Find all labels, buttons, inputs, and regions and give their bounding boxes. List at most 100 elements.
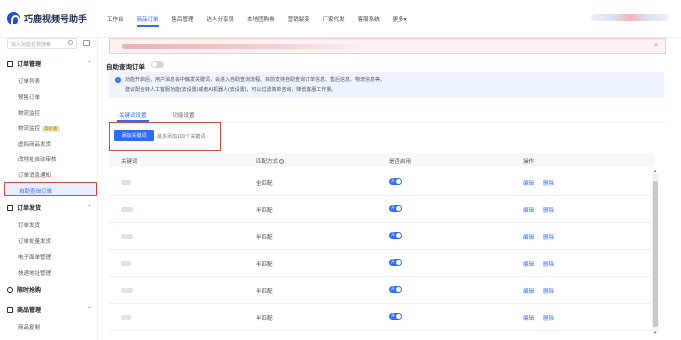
logo-icon bbox=[7, 12, 20, 26]
settings-tabs: 关键词设置 功能设置 bbox=[117, 111, 221, 122]
header-actions: 操作 bbox=[523, 159, 535, 165]
toggle-knob bbox=[396, 287, 401, 292]
toggle-knob bbox=[396, 206, 401, 211]
sidebar-item-self-service-order-query[interactable]: 自助查询订单 bbox=[4, 182, 97, 196]
group-flash-sale[interactable]: 限时抢购 bbox=[7, 285, 41, 294]
sidebar-item-bulk-shipping[interactable]: 订单批量发货 bbox=[18, 237, 51, 245]
enabled-toggle[interactable]: 开 bbox=[389, 232, 402, 239]
keyword-cell bbox=[121, 180, 131, 185]
edit-link[interactable]: 编辑 bbox=[523, 233, 534, 241]
keyword-cell bbox=[121, 261, 131, 266]
match-cell: 全匹配 bbox=[256, 181, 273, 187]
nav-workbench[interactable]: 工作台 bbox=[107, 15, 124, 23]
delete-link[interactable]: 删除 bbox=[543, 287, 554, 295]
sidebar-item-address-auto-review[interactable]: 改地址自动审核 bbox=[18, 155, 57, 163]
nav-dropship[interactable]: 厂家代发 bbox=[323, 15, 345, 23]
collapse-sidebar-icon[interactable] bbox=[83, 40, 90, 46]
delete-link[interactable]: 删除 bbox=[543, 179, 554, 187]
table-header: 关键词 匹配方式? 是否启用 操作 bbox=[109, 153, 654, 167]
app-title: 巧鹿视频号助手 bbox=[24, 14, 88, 24]
nav-more-label: 更多 bbox=[392, 17, 404, 23]
match-cell: 半匹配 bbox=[256, 235, 273, 241]
nav-customer-service[interactable]: 客服系统 bbox=[358, 15, 380, 23]
chevron-down-icon: ▾ bbox=[403, 17, 407, 23]
search-icon[interactable] bbox=[68, 40, 73, 45]
delete-link[interactable]: 删除 bbox=[543, 233, 554, 241]
match-cell: 半匹配 bbox=[256, 208, 273, 214]
sidebar-item-product-copy[interactable]: 商品复制 bbox=[18, 323, 40, 331]
add-keyword-button[interactable]: 添加关键词 bbox=[114, 130, 154, 141]
tab-function-settings[interactable]: 功能设置 bbox=[173, 111, 195, 119]
main-content: × 自助查询订单 i 功能开启后，用户消息会中触发关键词，会进入自助查询流程。目… bbox=[99, 38, 670, 340]
table-row: 半匹配 开 编辑 删除 bbox=[109, 304, 654, 331]
sidebar: 输入功能名称搜索 订单管理 ⌃ 订单列表 预售订单 物流监控 物流监控 高阶版 虚… bbox=[0, 38, 98, 340]
feature-toggle[interactable] bbox=[151, 61, 164, 68]
sidebar-item-order-notifications[interactable]: 订单消息通知 bbox=[18, 171, 51, 179]
truck-icon bbox=[7, 204, 13, 211]
enabled-toggle[interactable]: 开 bbox=[389, 178, 402, 185]
nav-local-group-buy[interactable]: 本地团购券 bbox=[247, 15, 275, 23]
chevron-up-icon: ⌃ bbox=[87, 205, 93, 211]
edit-link[interactable]: 编辑 bbox=[523, 287, 534, 295]
match-cell: 半匹配 bbox=[256, 316, 273, 322]
alert-text bbox=[122, 44, 362, 49]
page-title: 自助查询订单 bbox=[106, 64, 145, 71]
toggle-on-label: 开 bbox=[391, 179, 395, 183]
nav-influencer-sharers[interactable]: 达人分享员 bbox=[207, 15, 235, 23]
nav-after-sales[interactable]: 售后管理 bbox=[172, 15, 194, 23]
sidebar-item-virtual-goods-shipping[interactable]: 虚拟商品发货 bbox=[18, 140, 51, 148]
help-icon[interactable]: ? bbox=[279, 159, 285, 164]
sidebar-item-label: 物流监控 bbox=[18, 126, 41, 132]
table-row: 半匹配 开 编辑 删除 bbox=[109, 250, 654, 277]
edit-link[interactable]: 编辑 bbox=[523, 314, 534, 322]
toggle-on-label: 开 bbox=[391, 233, 395, 237]
table-row: 全匹配 开 编辑 删除 bbox=[109, 169, 654, 196]
nav-more[interactable]: 更多▾ bbox=[393, 15, 407, 23]
sidebar-item-logistics-monitor[interactable]: 物流监控 bbox=[18, 109, 40, 117]
delete-link[interactable]: 删除 bbox=[543, 260, 554, 268]
table-row: 半匹配 开 编辑 删除 bbox=[109, 196, 654, 223]
group-product-management[interactable]: 商品管理 ⌃ bbox=[7, 305, 92, 314]
tab-keyword-settings[interactable]: 关键词设置 bbox=[117, 111, 149, 122]
match-cell: 半匹配 bbox=[256, 262, 273, 268]
search-input[interactable]: 输入功能名称搜索 bbox=[7, 38, 77, 49]
sidebar-item-order-list[interactable]: 订单列表 bbox=[18, 77, 40, 85]
close-icon[interactable]: × bbox=[654, 42, 658, 49]
header-match-label: 匹配方式 bbox=[256, 159, 279, 165]
group-label: 订单发货 bbox=[17, 206, 42, 212]
clock-icon bbox=[7, 286, 13, 293]
toggle-on-label: 开 bbox=[391, 314, 395, 318]
user-account[interactable] bbox=[591, 14, 669, 21]
sidebar-item-presale-orders[interactable]: 预售订单 bbox=[18, 93, 40, 101]
group-order-management[interactable]: 订单管理 ⌃ bbox=[7, 59, 92, 68]
edit-link[interactable]: 编辑 bbox=[523, 206, 534, 214]
add-keyword-hint: 最多添加100个关键词 bbox=[157, 134, 206, 140]
toggle-knob bbox=[396, 179, 401, 184]
app-logo[interactable]: 巧鹿视频号助手 bbox=[7, 12, 88, 26]
sidebar-item-courier-address-management[interactable]: 快递地址管理 bbox=[18, 269, 51, 277]
nav-product-orders[interactable]: 商品订单 bbox=[136, 15, 159, 27]
header-match-method: 匹配方式? bbox=[256, 157, 285, 165]
nav-marketing[interactable]: 营销裂变 bbox=[288, 15, 310, 23]
enabled-toggle[interactable]: 开 bbox=[389, 313, 402, 320]
group-label: 商品管理 bbox=[17, 308, 42, 314]
toggle-knob bbox=[396, 314, 401, 319]
scroll-down-icon[interactable]: ▼ bbox=[653, 330, 657, 335]
toggle-knob bbox=[396, 233, 401, 238]
scrollbar[interactable] bbox=[652, 173, 659, 333]
enabled-toggle[interactable]: 开 bbox=[389, 286, 402, 293]
edit-link[interactable]: 编辑 bbox=[523, 260, 534, 268]
sidebar-item-logistics-monitor-pro[interactable]: 物流监控 高阶版 bbox=[18, 124, 60, 132]
enabled-toggle[interactable]: 开 bbox=[389, 259, 402, 266]
enabled-toggle[interactable]: 开 bbox=[389, 205, 402, 212]
toggle-knob bbox=[152, 62, 157, 67]
table-row: 半匹配 开 编辑 删除 bbox=[109, 277, 654, 304]
delete-link[interactable]: 删除 bbox=[543, 206, 554, 214]
sidebar-item-print-and-ship[interactable]: 打单发货 bbox=[18, 221, 40, 229]
group-order-shipping[interactable]: 订单发货 ⌃ bbox=[7, 203, 92, 212]
scrollbar-thumb[interactable] bbox=[653, 181, 658, 327]
delete-link[interactable]: 删除 bbox=[543, 314, 554, 322]
header-keyword: 关键词 bbox=[121, 159, 138, 165]
sidebar-item-waybill-management[interactable]: 电子面单管理 bbox=[18, 253, 51, 261]
edit-link[interactable]: 编辑 bbox=[523, 179, 534, 187]
